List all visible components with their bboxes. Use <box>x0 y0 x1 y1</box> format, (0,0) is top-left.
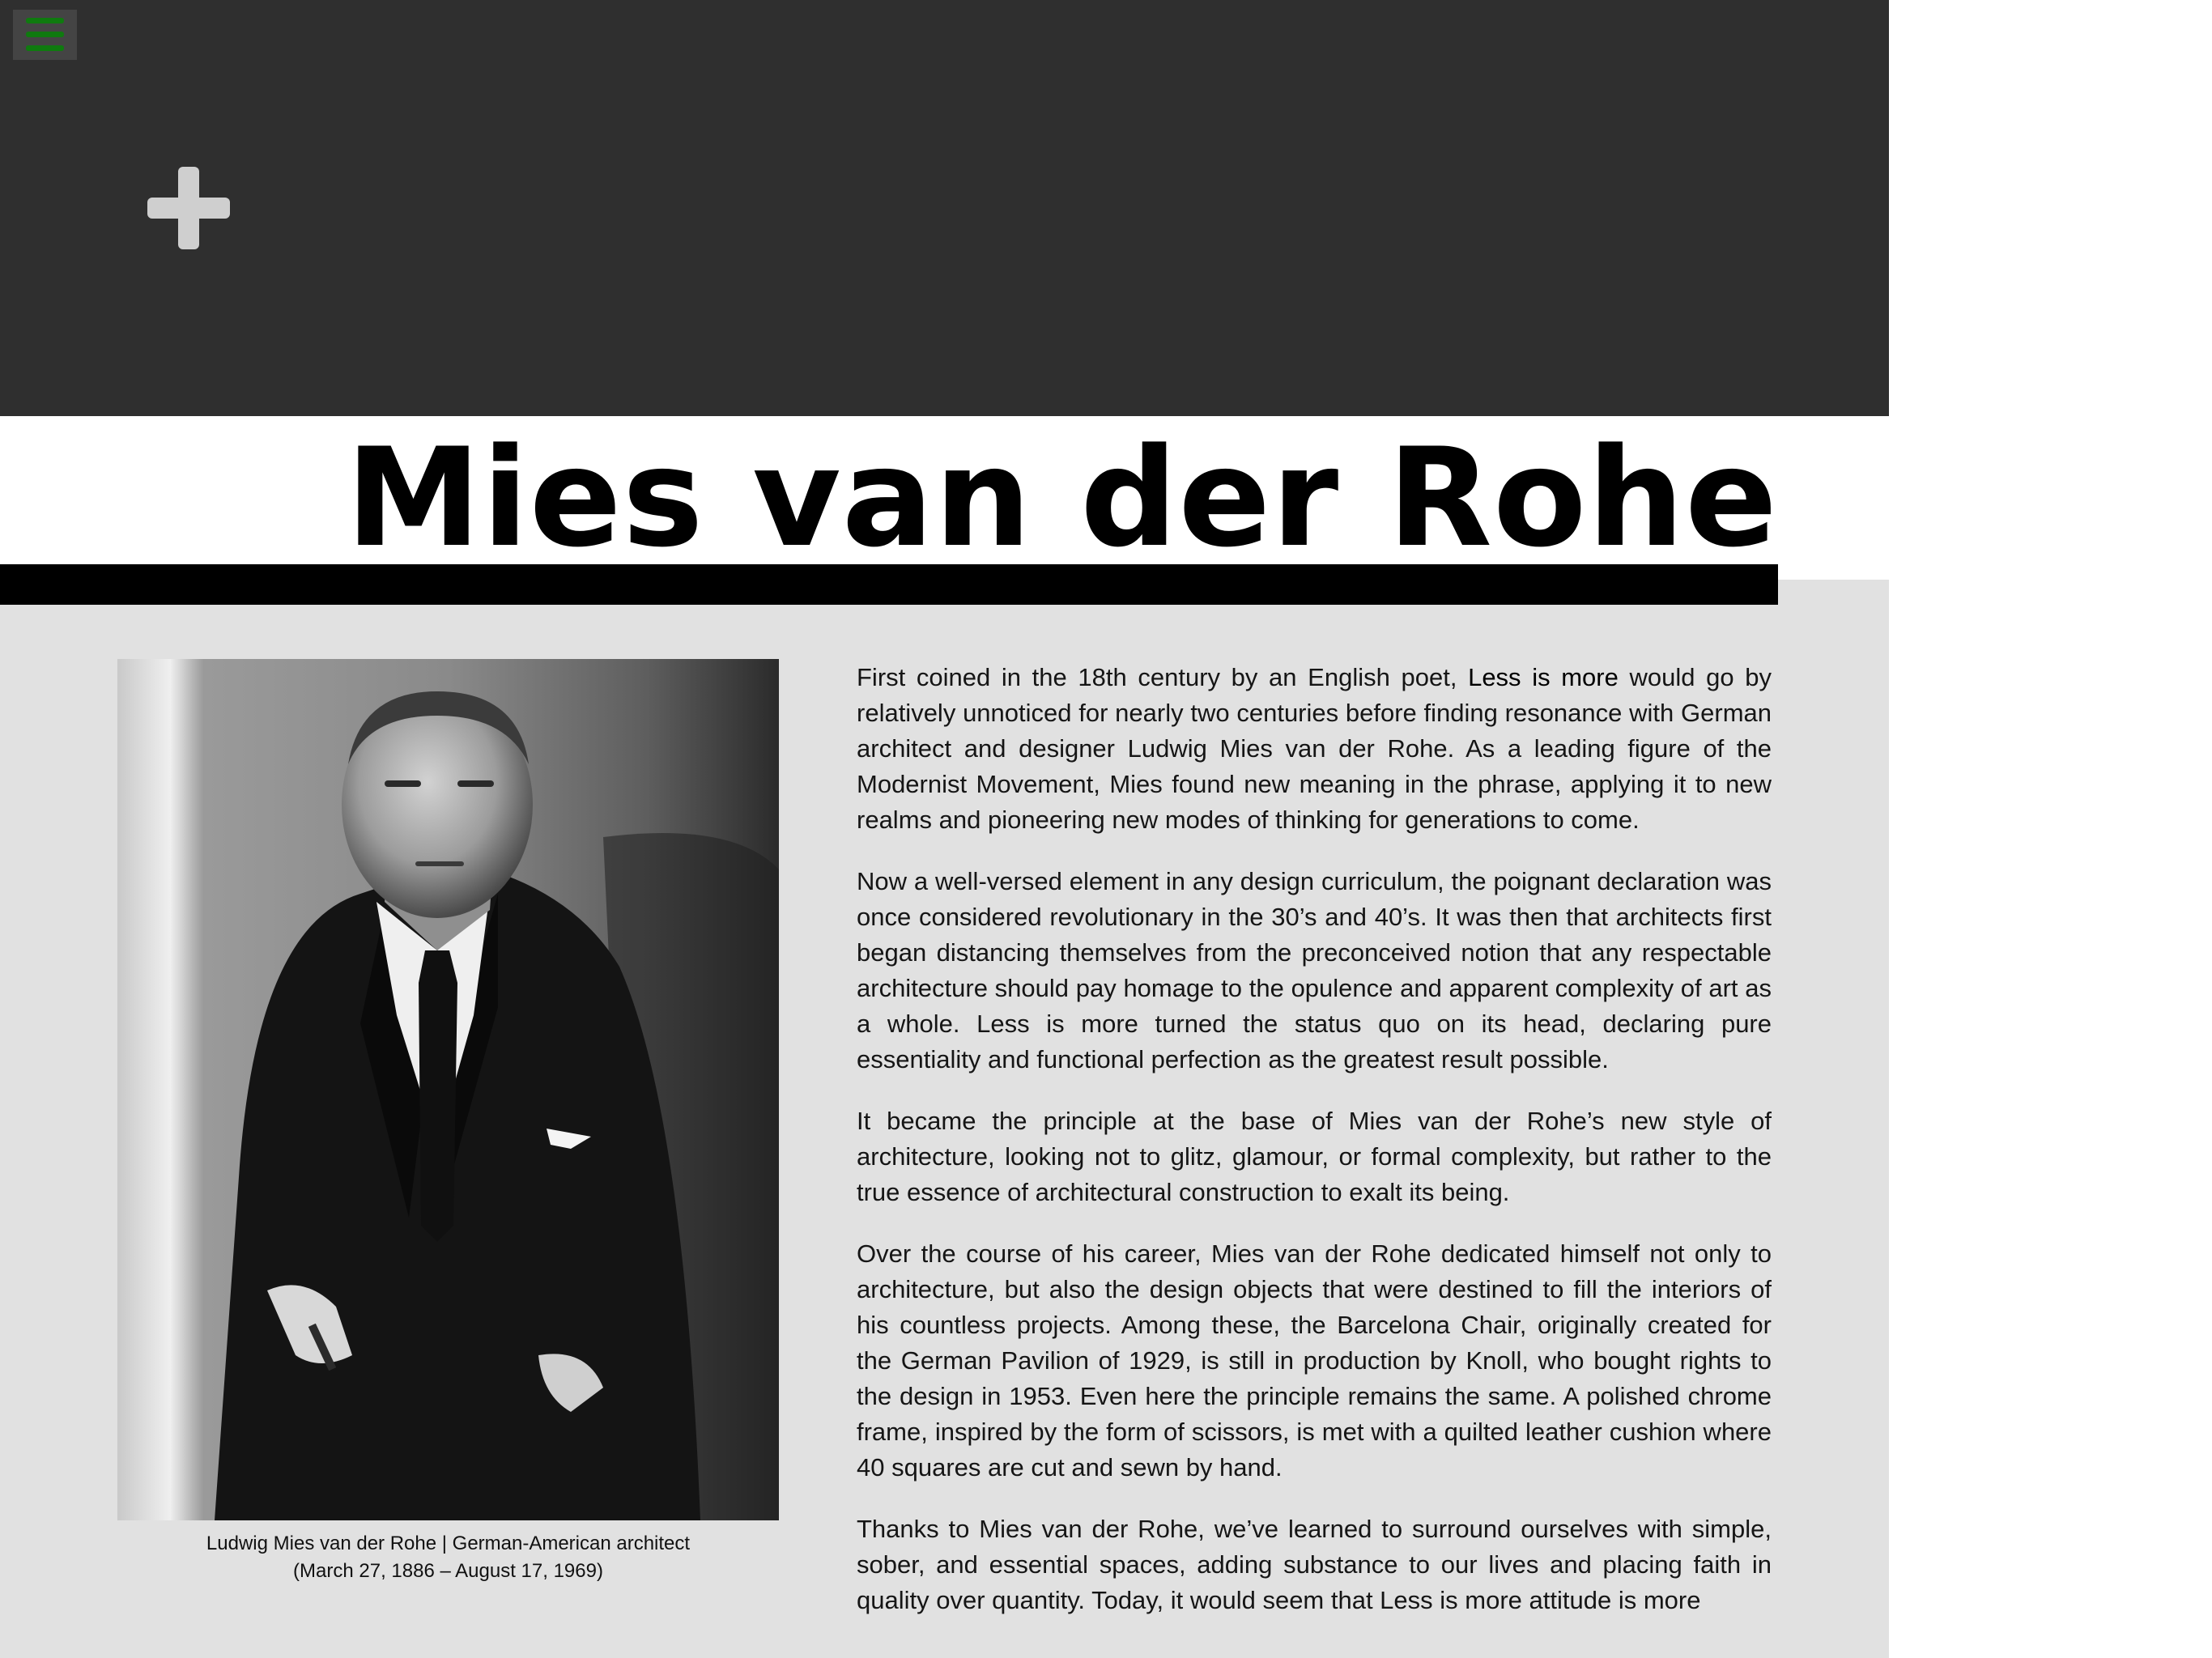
page: Mies van der Rohe Ludwig Mies van der Ro… <box>0 0 2212 1658</box>
page-title: Mies van der Rohe <box>345 419 1778 577</box>
header-banner <box>0 0 1889 416</box>
paragraph-text: First coined in the 18th century by an E… <box>857 663 1469 691</box>
article-paragraph: It became the principle at the base of M… <box>857 1107 1772 1206</box>
caption-line: Ludwig Mies van der Rohe | German-Americ… <box>206 1533 691 1554</box>
portrait-caption: Ludwig Mies van der Rohe | German-Americ… <box>117 1530 779 1585</box>
plus-icon <box>147 167 230 249</box>
menu-button[interactable] <box>13 10 77 60</box>
article-paragraph: Over the course of his career, Mies van … <box>857 1239 1772 1482</box>
emphasis-phrase: Less is more <box>1468 663 1619 691</box>
title-underline <box>0 564 1778 605</box>
portrait-photo <box>117 659 779 1520</box>
portrait-illustration <box>117 659 779 1520</box>
article-body: First coined in the 18th century by an E… <box>857 660 1772 1644</box>
add-button[interactable] <box>147 167 230 249</box>
caption-dates: (March 27, 1886 – August 17, 1969) <box>293 1560 603 1582</box>
article-paragraph: Now a well-versed element in any design … <box>857 867 1772 1073</box>
article-paragraph: First coined in the 18th century by an E… <box>857 660 1772 838</box>
hamburger-menu-icon <box>26 18 64 51</box>
article-paragraph: Thanks to Mies van der Rohe, we’ve learn… <box>857 1515 1772 1614</box>
